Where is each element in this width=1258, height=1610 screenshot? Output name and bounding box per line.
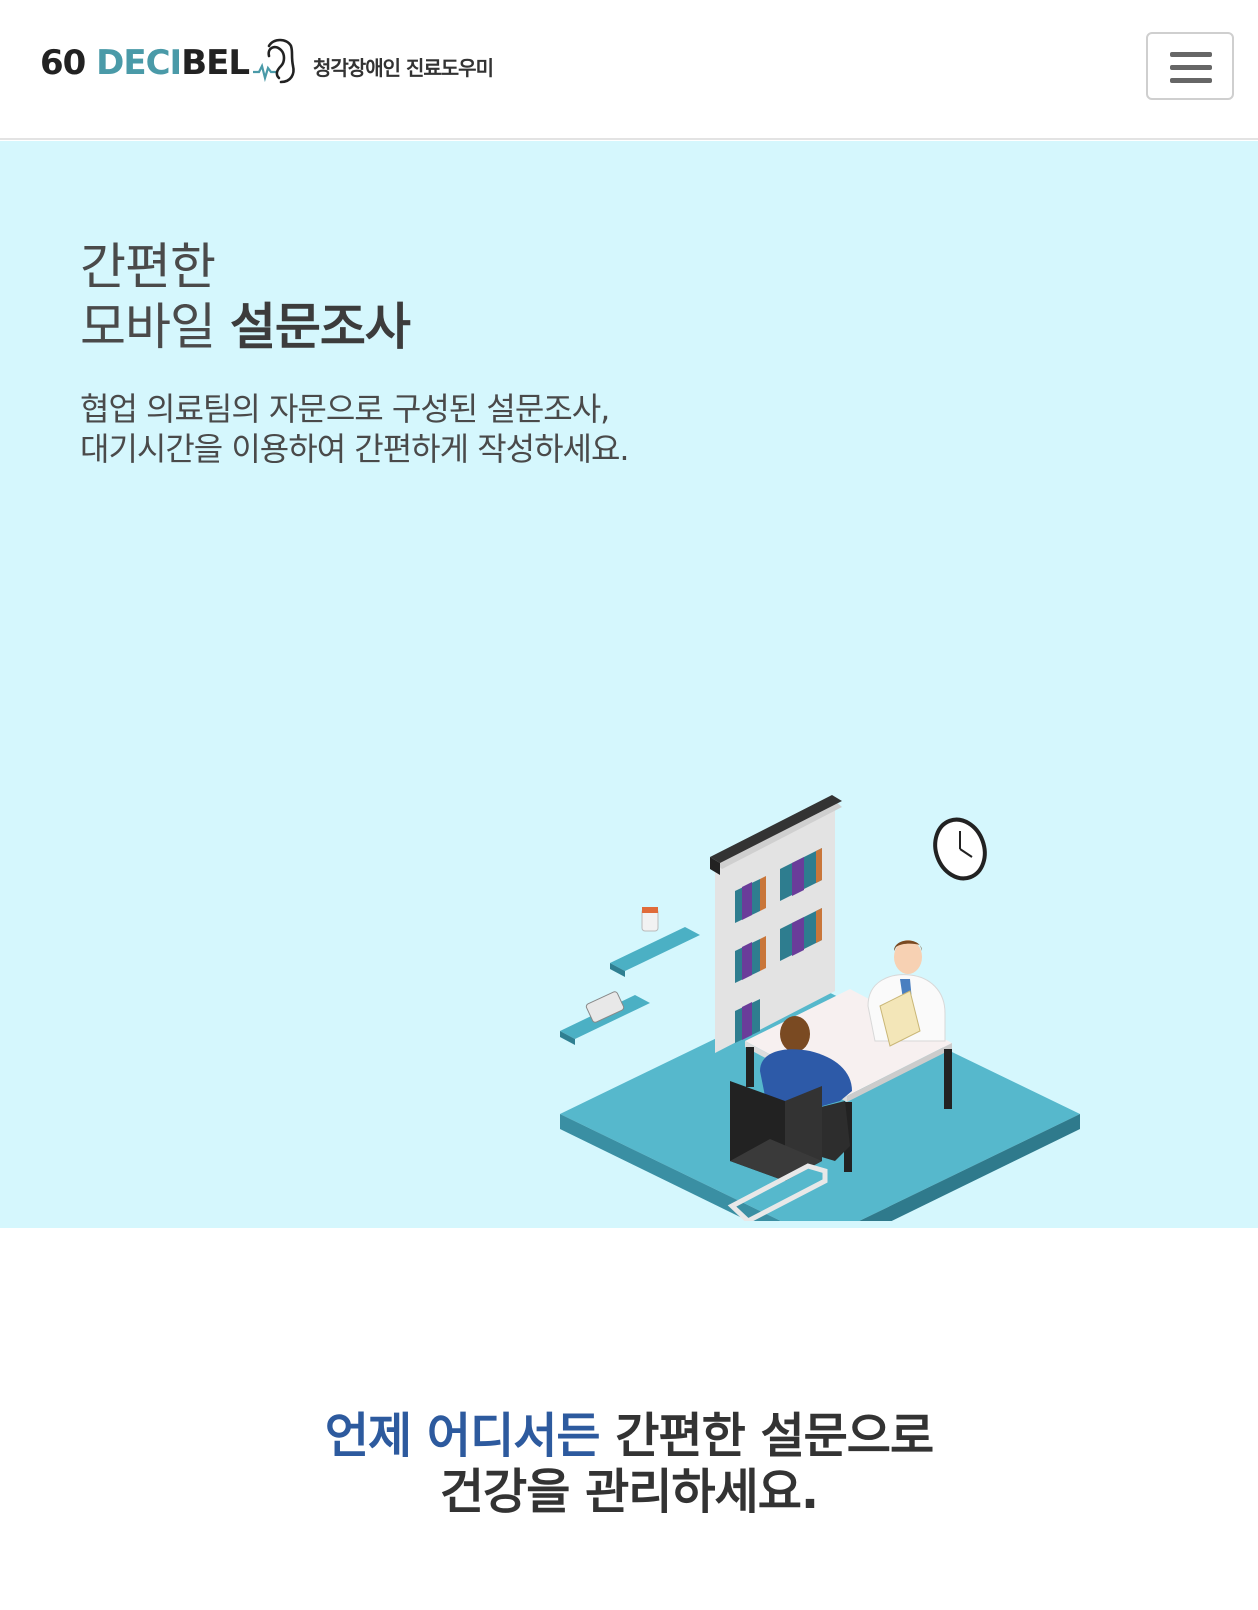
site-tagline: 청각장애인 진료도우미 [313, 56, 494, 80]
logo-suffix: BEL [181, 43, 250, 83]
hamburger-menu-icon-bar [1170, 65, 1212, 70]
hero-title-line2: 모바일 [80, 298, 230, 356]
promo-title-rest: 간편한 설문으로 [599, 1408, 934, 1464]
doctor-consultation-illustration [560, 795, 1080, 1221]
promo-title: 언제 어디서든 간편한 설문으로 건강을 관리하세요. [0, 1408, 1258, 1520]
hero-description: 협업 의료팀의 자문으로 구성된 설문조사, 대기시간을 이용하여 간편하게 작… [80, 389, 630, 469]
hamburger-menu-icon [1170, 52, 1212, 57]
site-logo[interactable]: 60 DECIBEL [40, 38, 301, 88]
hero-title-emphasis: 설문조사 [229, 298, 411, 356]
site-header: 60 DECIBEL 청각장애인 진료도우미 [0, 0, 1258, 140]
logo-prefix: 60 [40, 43, 97, 83]
wall-shelf-pills [610, 907, 700, 977]
promo-title-line2: 건강을 관리하세요. [439, 1464, 819, 1520]
hero-desc-line2: 대기시간을 이용하여 간편하게 작성하세요. [80, 430, 630, 468]
logo-accent: DECI [96, 43, 182, 83]
promo-title-accent: 언제 어디서든 [324, 1408, 601, 1464]
hero-title-line1: 간편한 [80, 238, 216, 296]
ear-icon [253, 38, 295, 84]
promo-section: 언제 어디서든 간편한 설문으로 건강을 관리하세요. [0, 1228, 1258, 1610]
doctor-figure [867, 940, 946, 1047]
hero-section: 간편한 모바일 설문조사 협업 의료팀의 자문으로 구성된 설문조사, 대기시간… [0, 141, 1258, 1228]
logo-wordmark: 60 DECIBEL [40, 43, 250, 83]
hero-title: 간편한 모바일 설문조사 [80, 237, 411, 357]
menu-toggle-button[interactable] [1146, 32, 1234, 100]
hamburger-menu-icon-bar [1170, 78, 1212, 83]
wall-shelf-device [560, 991, 650, 1045]
wall-clock-icon [933, 817, 987, 881]
hero-desc-line1: 협업 의료팀의 자문으로 구성된 설문조사, [80, 390, 610, 428]
